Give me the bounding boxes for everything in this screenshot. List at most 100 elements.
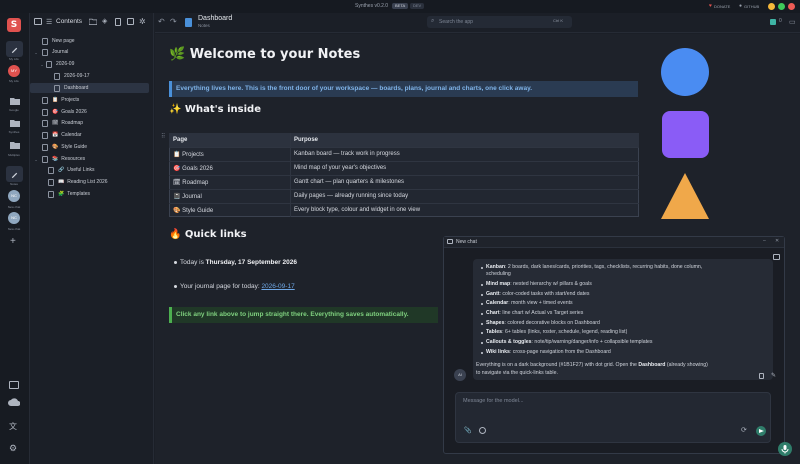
expand-chat-icon[interactable] [773, 254, 780, 260]
voice-button[interactable] [778, 442, 792, 456]
sidebar-item-dashboard[interactable]: Dashboard [30, 83, 149, 93]
minimize-chat-icon[interactable]: – [763, 238, 766, 244]
sidebar-item-useful-links[interactable]: 🔗 Useful Links [30, 165, 150, 175]
today-line: Today is Thursday, 17 September 2026 [180, 259, 297, 266]
table-cell-page[interactable]: 🎨 Style Guide [173, 207, 213, 214]
rail-label: Notes [10, 182, 18, 186]
heart-icon: ♥ [709, 3, 712, 9]
redo-icon[interactable]: ↷ [170, 17, 177, 26]
chat-list-item: Shapes: colored decorative blocks on Das… [486, 320, 600, 326]
journal-line: Your journal page for today: 2026-09-17 [180, 283, 295, 290]
pen-icon [11, 172, 18, 178]
github-label: GITHUB [744, 3, 760, 9]
page-icon [54, 84, 60, 92]
page-icon [42, 131, 48, 139]
page-title: 🌿 Welcome to your Notes [169, 47, 361, 62]
table-cell-purpose: Every block type, colour and widget in o… [294, 207, 421, 213]
sidebar-item-label: New page [52, 38, 75, 44]
rail-item-notes[interactable] [6, 166, 23, 182]
sidebar-toggle-icon[interactable] [34, 18, 42, 25]
edit-icon[interactable]: ✎ [771, 372, 776, 379]
table-cell-page[interactable]: 🎯 Goals 2026 [173, 165, 213, 172]
table-cell-page[interactable]: 📓 Journal [173, 193, 202, 200]
undo-icon[interactable]: ↶ [158, 17, 165, 26]
page-icon [54, 72, 60, 80]
bullet-dot [481, 332, 483, 334]
table-cell-page[interactable]: 🗓 Roadmap [173, 179, 208, 186]
layers-icon[interactable]: ◈ [102, 17, 107, 25]
sidebar-item-calendar[interactable]: 📅 Calendar [30, 130, 150, 140]
rail-label: My Life [9, 79, 19, 83]
translate-icon[interactable]: 文 [9, 421, 17, 432]
chat-avatar[interactable]: NC [8, 190, 20, 202]
sidebar-item-reading-list[interactable]: 📖 Reading List 2026 [30, 177, 150, 187]
graph-icon[interactable]: ✲ [139, 17, 146, 26]
minimize-button[interactable] [768, 3, 775, 10]
sidebar-item-roadmap[interactable]: 🗓 Roadmap [30, 118, 150, 128]
page-icon [42, 48, 48, 56]
bullet-dot [481, 294, 483, 296]
chat-list-item: Wiki links: cross-page navigation from t… [486, 349, 611, 355]
new-page-icon[interactable] [115, 18, 121, 26]
attach-icon[interactable]: 📎 [464, 427, 471, 434]
rail-item-my-life[interactable] [6, 41, 23, 57]
panel-toggle-icon[interactable]: ▭ [789, 18, 796, 26]
row-divider [169, 175, 639, 176]
decorative-circle [661, 48, 709, 96]
sidebar-item-new-page[interactable]: New page [30, 36, 150, 46]
close-chat-icon[interactable]: ✕ [775, 238, 779, 244]
sync-icon[interactable] [770, 19, 776, 25]
sidebar-item-2026-09[interactable]: ⌄ 2026-09 [30, 59, 150, 69]
chevron-down-icon[interactable]: ⌄ [30, 157, 42, 162]
bullet-dot [481, 323, 483, 325]
sidebar-item-goals[interactable]: 🎯 Goals 2026 [30, 107, 150, 117]
sidebar-item-journal[interactable]: ⌄ Journal [30, 47, 150, 57]
chevron-down-icon[interactable]: ⌄ [30, 50, 42, 55]
assistant-avatar: AI [454, 369, 466, 381]
search-shortcut: Ctrl K [553, 18, 563, 23]
send-button[interactable] [756, 426, 766, 436]
chevron-down-icon[interactable]: ⌄ [38, 62, 46, 67]
search-placeholder: Search the app [439, 19, 473, 25]
list-icon: ☰ [46, 19, 53, 26]
rail-item-google[interactable] [6, 93, 23, 109]
palette-icon: 🎨 [52, 144, 59, 150]
new-folder-icon[interactable] [89, 18, 97, 25]
github-button[interactable]: ● GITHUB [739, 3, 759, 9]
calendar-icon: 🗓 [52, 120, 59, 126]
avatar[interactable]: MY [8, 65, 20, 77]
sidebar-item-templates[interactable]: 🧩 Templates [30, 189, 150, 199]
table-cell-page[interactable]: 📋 Projects [173, 151, 204, 158]
cloud-sync-icon[interactable] [8, 398, 20, 407]
page-icon [46, 60, 52, 68]
drag-handle-icon[interactable]: ⠿ [161, 133, 165, 140]
sidebar-item-projects[interactable]: 📋 Projects [30, 95, 150, 105]
donate-label: DONATE [713, 3, 731, 9]
copy-icon[interactable] [759, 373, 764, 379]
archive-icon[interactable] [9, 381, 19, 389]
close-button[interactable] [788, 3, 795, 10]
sync-count: 0 [779, 18, 782, 24]
rail-item-multiplex[interactable] [6, 137, 23, 153]
breadcrumb-title[interactable]: Dashboard [198, 15, 232, 22]
refresh-icon[interactable]: ⟳ [741, 426, 747, 434]
donate-button[interactable]: ♥ DONATE [709, 3, 730, 9]
sidebar-item-style-guide[interactable]: 🎨 Style Guide [30, 142, 150, 152]
chat-input-placeholder: Message for the model... [463, 398, 524, 404]
app-logo[interactable]: S [7, 18, 21, 32]
chat-avatar[interactable]: NC [8, 212, 20, 224]
chat-list-item: Kanban: 2 boards, dark lanes/cards, prio… [486, 264, 703, 270]
sidebar-item-2026-09-17[interactable]: 2026-09-17 [30, 71, 150, 81]
breadcrumb-subtitle[interactable]: Notes [198, 23, 210, 28]
add-workspace-icon[interactable]: + [10, 236, 16, 247]
rail-item-synthes[interactable] [6, 115, 23, 131]
journal-link[interactable]: 2026-09-17 [261, 283, 294, 290]
intro-callout: Everything lives here. This is the front… [169, 81, 638, 97]
sidebar-item-resources[interactable]: ⌄ 📚 Resources [30, 154, 150, 164]
page-icon [42, 155, 48, 163]
settings-gear-icon[interactable]: ⚙ [9, 443, 17, 454]
maximize-button[interactable] [778, 3, 785, 10]
calendar-icon[interactable] [127, 18, 134, 25]
journal-prefix: Your journal page for today: [180, 283, 262, 290]
emoji-icon[interactable] [479, 427, 486, 434]
